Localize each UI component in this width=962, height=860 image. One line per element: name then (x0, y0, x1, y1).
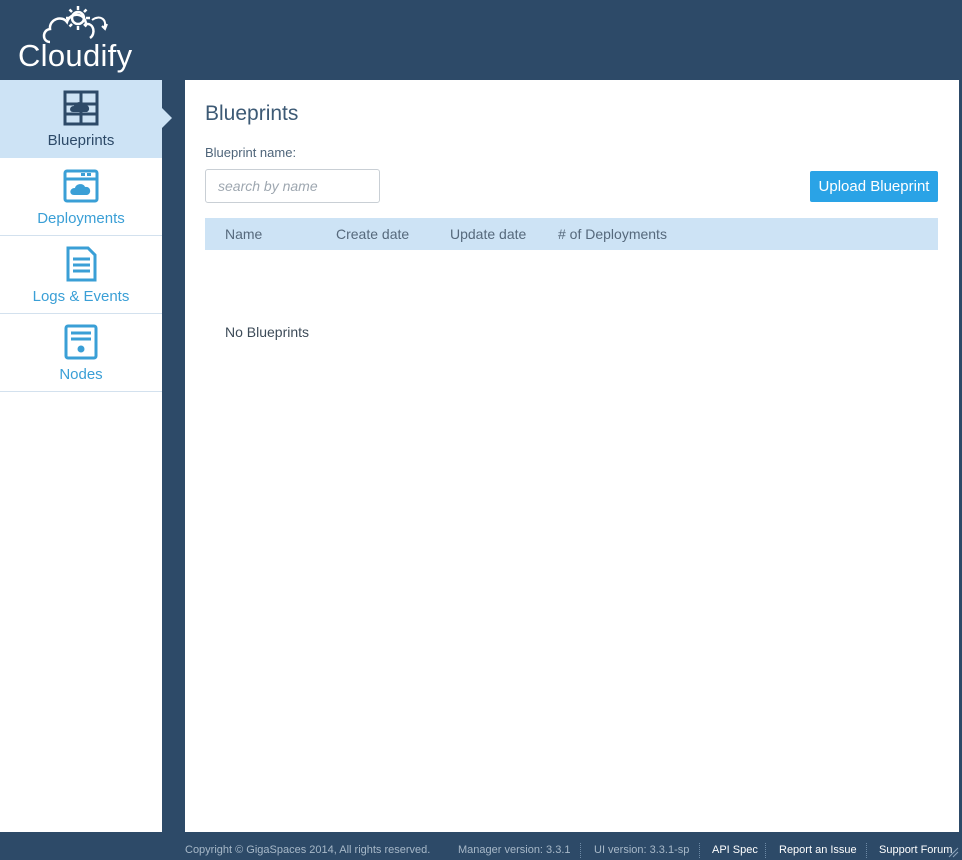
api-spec-link[interactable]: API Spec (712, 844, 758, 856)
sidebar-item-label: Deployments (37, 210, 125, 227)
footer-separator (866, 843, 867, 858)
sidebar-item-logs-events[interactable]: Logs & Events (0, 236, 162, 314)
cloudify-logo[interactable]: Cloudify (0, 0, 162, 80)
sidebar-item-blueprints[interactable]: Blueprints (0, 80, 162, 158)
copyright-text: Copyright © GigaSpaces 2014, All rights … (185, 844, 431, 856)
footer-separator (765, 843, 766, 858)
sidebar-item-label: Logs & Events (32, 288, 130, 305)
logo-text: Cloudify (18, 38, 133, 73)
column-header-create-date[interactable]: Create date (336, 226, 409, 242)
sidebar-item-label: Nodes (59, 366, 103, 383)
manager-version: Manager version: 3.3.1 (458, 844, 571, 856)
table-header: Name Create date Update date # of Deploy… (205, 218, 938, 250)
report-issue-link[interactable]: Report an Issue (779, 844, 857, 856)
blueprint-name-label: Blueprint name: (205, 145, 297, 160)
resize-grip-icon[interactable] (947, 846, 959, 858)
empty-table-message: No Blueprints (225, 324, 310, 340)
footer-separator (580, 843, 581, 858)
active-nav-indicator (162, 108, 172, 128)
blueprints-icon (63, 90, 99, 126)
main-panel: Blueprints Blueprint name: Upload Bluepr… (185, 80, 959, 832)
footer-separator (699, 843, 700, 858)
nodes-icon (64, 324, 98, 360)
ui-version: UI version: 3.3.1-sp (594, 844, 690, 856)
search-input[interactable] (205, 169, 380, 203)
upload-blueprint-button[interactable]: Upload Blueprint (810, 171, 938, 202)
column-header-name[interactable]: Name (225, 226, 262, 242)
deployments-icon (63, 169, 99, 203)
sidebar-item-nodes[interactable]: Nodes (0, 314, 162, 392)
logs-events-icon (66, 246, 97, 282)
column-header-update-date[interactable]: Update date (450, 226, 526, 242)
sidebar-item-label: Blueprints (47, 132, 115, 149)
sidebar-item-deployments[interactable]: Deployments (0, 158, 162, 236)
column-header-deployments[interactable]: # of Deployments (558, 226, 667, 242)
support-forum-link[interactable]: Support Forum (879, 844, 952, 856)
sidebar-nav: Blueprints Deployments Logs & Events Nod… (0, 80, 162, 832)
footer: Copyright © GigaSpaces 2014, All rights … (185, 843, 962, 860)
page-title: Blueprints (205, 102, 299, 125)
